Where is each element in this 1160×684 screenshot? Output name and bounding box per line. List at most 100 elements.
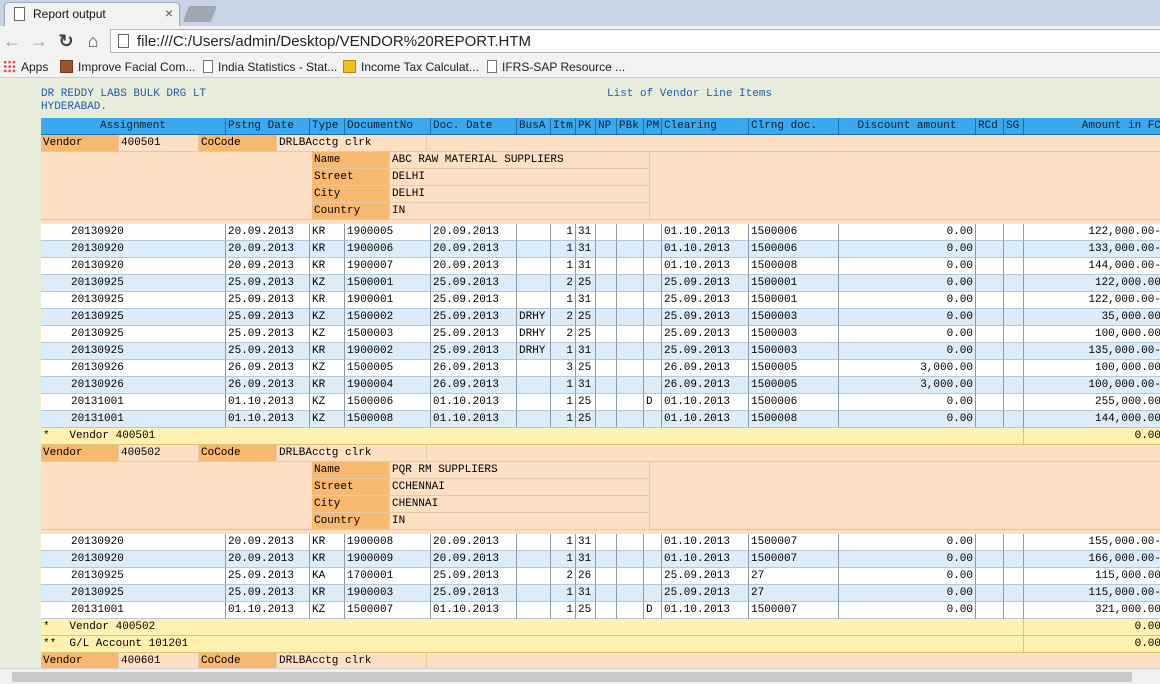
cell-doc-type: KR [310, 258, 345, 275]
column-header-discount-amount: Discount amount [839, 118, 976, 135]
cell-document-no: 1500003 [345, 326, 431, 343]
cell-doc-type: KR [310, 551, 345, 568]
cell-pm [644, 326, 662, 343]
vendor-number: 400502 [119, 445, 199, 462]
page-icon [118, 34, 129, 48]
url-text[interactable]: file:///C:/Users/admin/Desktop/VENDOR%20… [137, 33, 531, 50]
cell-posting-key: 31 [576, 534, 596, 551]
cell-special-gl [1004, 394, 1024, 411]
cell-np [596, 568, 617, 585]
cell-assignment: 20130925 [41, 343, 226, 360]
vendor-total-label: * Vendor 400502 [41, 619, 1024, 636]
cell-posting-key: 25 [576, 602, 596, 619]
forward-arrow-icon[interactable]: → [29, 31, 49, 51]
cell-document-no: 1900007 [345, 258, 431, 275]
scrollbar-thumb[interactable] [12, 672, 1132, 682]
table-row[interactable]: 20130925 25.09.2013 KZ 1500003 25.09.2013 DRH… [41, 326, 1160, 343]
vendor-header-row: Vendor 400601 CoCode DRLBAcctg clrk [41, 653, 1160, 668]
cell-pm [644, 309, 662, 326]
cell-item: 1 [551, 585, 576, 602]
table-row[interactable]: 20130926 26.09.2013 KR 1900004 26.09.2013 1 31… [41, 377, 1160, 394]
table-row[interactable]: 20131001 01.10.2013 KZ 1500006 01.10.2013 1 25… [41, 394, 1160, 411]
cell-discount-amount: 0.00 [839, 534, 976, 551]
table-row[interactable]: 20130925 25.09.2013 KR 1900001 25.09.2013 1 31… [41, 292, 1160, 309]
table-row[interactable]: 20130920 20.09.2013 KR 1900008 20.09.2013 1 31… [41, 534, 1160, 551]
reload-icon[interactable]: ↻ [56, 31, 76, 51]
cell-business-area: DRHY [517, 309, 551, 326]
cell-np [596, 309, 617, 326]
cell-business-area [517, 275, 551, 292]
bookmark-apps[interactable]: Apps [3, 59, 48, 75]
cell-doc-date: 20.09.2013 [431, 534, 517, 551]
table-row[interactable]: 20130920 20.09.2013 KR 1900005 20.09.2013 1 31… [41, 224, 1160, 241]
cell-document-no: 1900008 [345, 534, 431, 551]
cell-clearing-doc: 1500003 [749, 309, 839, 326]
cell-reason-code [976, 360, 1004, 377]
bookmark-label: India Statistics - Stat... [218, 60, 338, 74]
cell-special-gl [1004, 309, 1024, 326]
table-row[interactable]: 20130920 20.09.2013 KR 1900007 20.09.2013 1 31… [41, 258, 1160, 275]
cell-discount-amount: 3,000.00 [839, 377, 976, 394]
cell-document-no: 1500005 [345, 360, 431, 377]
home-icon[interactable]: ⌂ [83, 31, 103, 51]
cell-business-area [517, 585, 551, 602]
city-value: CHENNAI [390, 496, 650, 513]
cell-discount-amount: 0.00 [839, 275, 976, 292]
cell-np [596, 394, 617, 411]
cell-posting-key: 31 [576, 224, 596, 241]
table-row[interactable]: 20130920 20.09.2013 KR 1900009 20.09.2013 1 31… [41, 551, 1160, 568]
table-row[interactable]: 20131001 01.10.2013 KZ 1500007 01.10.2013 1 25… [41, 602, 1160, 619]
table-row[interactable]: 20130926 26.09.2013 KZ 1500005 26.09.2013 3 25… [41, 360, 1160, 377]
cell-pbk [617, 585, 644, 602]
table-row[interactable]: 20130925 25.09.2013 KR 1900002 25.09.2013 DRH… [41, 343, 1160, 360]
cell-reason-code [976, 568, 1004, 585]
address-bar[interactable]: file:///C:/Users/admin/Desktop/VENDOR%20… [110, 29, 1160, 53]
cell-doc-date: 25.09.2013 [431, 309, 517, 326]
cell-pbk [617, 224, 644, 241]
table-row[interactable]: 20131001 01.10.2013 KZ 1500008 01.10.2013 1 25… [41, 411, 1160, 428]
table-row[interactable]: 20130925 25.09.2013 KZ 1500001 25.09.2013 2 25… [41, 275, 1160, 292]
cell-pm [644, 585, 662, 602]
name-label: Name [312, 152, 390, 169]
cell-doc-date: 20.09.2013 [431, 224, 517, 241]
cell-discount-amount: 0.00 [839, 551, 976, 568]
cell-pm [644, 224, 662, 241]
cell-clearing-date: 25.09.2013 [662, 326, 749, 343]
cell-item: 2 [551, 309, 576, 326]
back-arrow-icon[interactable]: ← [2, 31, 22, 51]
new-tab-button[interactable] [183, 6, 217, 22]
cell-item: 1 [551, 343, 576, 360]
cell-document-no: 1900005 [345, 224, 431, 241]
cell-np [596, 343, 617, 360]
bookmark-ifrs-sap[interactable]: IFRS-SAP Resource ... [487, 59, 625, 75]
table-row[interactable]: 20130925 25.09.2013 KA 1700001 25.09.2013 2 26… [41, 568, 1160, 585]
cell-reason-code [976, 551, 1004, 568]
cell-special-gl [1004, 534, 1024, 551]
country-value: IN [390, 513, 650, 530]
table-row[interactable]: 20130925 25.09.2013 KZ 1500002 25.09.2013 DRH… [41, 309, 1160, 326]
table-row[interactable]: 20130920 20.09.2013 KR 1900006 20.09.2013 1 31… [41, 241, 1160, 258]
horizontal-scrollbar[interactable] [0, 668, 1160, 684]
cell-special-gl [1004, 326, 1024, 343]
cell-special-gl [1004, 377, 1024, 394]
table-row[interactable]: 20130925 25.09.2013 KR 1900003 25.09.2013 1 31… [41, 585, 1160, 602]
cell-item: 1 [551, 241, 576, 258]
cell-posting-key: 26 [576, 568, 596, 585]
cell-pbk [617, 411, 644, 428]
cell-item: 2 [551, 275, 576, 292]
cell-doc-date: 20.09.2013 [431, 551, 517, 568]
cell-discount-amount: 0.00 [839, 258, 976, 275]
tab-report-output[interactable]: Report output × [4, 2, 180, 26]
street-label: Street [312, 169, 390, 186]
cell-special-gl [1004, 258, 1024, 275]
cell-doc-type: KZ [310, 309, 345, 326]
cell-doc-date: 01.10.2013 [431, 602, 517, 619]
cell-posting-key: 31 [576, 585, 596, 602]
bookmark-india-statistics[interactable]: India Statistics - Stat... [203, 59, 337, 75]
bookmark-income-tax[interactable]: Income Tax Calculat... [343, 59, 479, 75]
close-icon[interactable]: × [165, 5, 173, 21]
cell-assignment: 20130920 [41, 258, 226, 275]
cell-discount-amount: 3,000.00 [839, 360, 976, 377]
name-label: Name [312, 462, 390, 479]
bookmark-improve-facial[interactable]: Improve Facial Com... [60, 59, 195, 75]
